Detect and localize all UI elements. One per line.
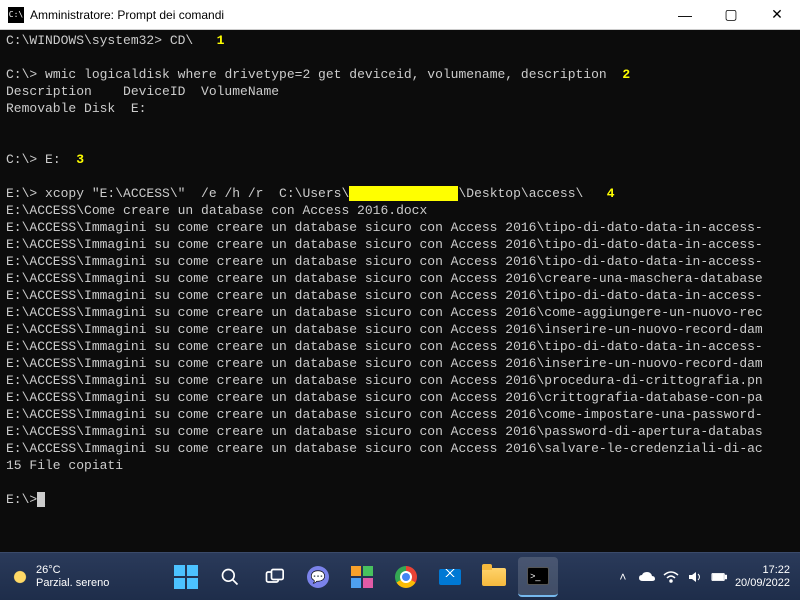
close-button[interactable]: ✕ bbox=[754, 0, 800, 30]
volume-icon[interactable] bbox=[687, 569, 703, 585]
command: \Desktop\access\ bbox=[458, 186, 606, 201]
output-line: E:\ACCESS\Immagini su come creare un dat… bbox=[6, 237, 763, 252]
output-line: Removable Disk E: bbox=[6, 101, 146, 116]
clock-time: 17:22 bbox=[735, 564, 790, 577]
battery-icon[interactable] bbox=[711, 569, 727, 585]
cmd-button[interactable]: >_ bbox=[518, 557, 558, 597]
window-title: Amministratore: Prompt dei comandi bbox=[30, 8, 662, 22]
output-line: E:\ACCESS\Immagini su come creare un dat… bbox=[6, 339, 763, 354]
command: xcopy "E:\ACCESS\" /e /h /r C:\Users\ bbox=[45, 186, 349, 201]
prompt: C:\> bbox=[6, 152, 45, 167]
taskbar: 26°C Parzial. sereno 💬 >_ ˄ 17:22 20/09/… bbox=[0, 552, 800, 600]
output-line: E:\ACCESS\Immagini su come creare un dat… bbox=[6, 407, 763, 422]
command: CD\ bbox=[170, 33, 217, 48]
cmd-icon: C:\ bbox=[8, 7, 24, 23]
output-line: E:\ACCESS\Immagini su come creare un dat… bbox=[6, 288, 763, 303]
terminal-output[interactable]: C:\WINDOWS\system32> CD\ 1 C:\> wmic log… bbox=[0, 30, 800, 530]
output-line: E:\ACCESS\Immagini su come creare un dat… bbox=[6, 271, 763, 286]
cursor: _ bbox=[37, 492, 45, 507]
wifi-icon[interactable] bbox=[663, 569, 679, 585]
clock-date: 20/09/2022 bbox=[735, 577, 790, 590]
output-line: E:\ACCESS\Immagini su come creare un dat… bbox=[6, 390, 763, 405]
taskbar-clock[interactable]: 17:22 20/09/2022 bbox=[735, 564, 790, 590]
tray-chevron-icon[interactable]: ˄ bbox=[615, 569, 631, 585]
prompt: C:\WINDOWS\system32> bbox=[6, 33, 170, 48]
output-line: E:\ACCESS\Immagini su come creare un dat… bbox=[6, 356, 763, 371]
search-button[interactable] bbox=[210, 557, 250, 597]
output-line: Description DeviceID VolumeName bbox=[6, 84, 279, 99]
weather-temp: 26°C bbox=[36, 564, 109, 577]
annotation-2: 2 bbox=[622, 67, 630, 82]
taskview-button[interactable] bbox=[254, 557, 294, 597]
annotation-4: 4 bbox=[607, 186, 615, 201]
output-line: E:\ACCESS\Immagini su come creare un dat… bbox=[6, 441, 763, 456]
maximize-button[interactable]: ▢ bbox=[708, 0, 754, 30]
output-summary: 15 File copiati bbox=[6, 458, 123, 473]
weather-desc: Parzial. sereno bbox=[36, 577, 109, 590]
output-line: E:\ACCESS\Immagini su come creare un dat… bbox=[6, 220, 763, 235]
command: E: bbox=[45, 152, 76, 167]
prompt: C:\> bbox=[6, 67, 45, 82]
output-line: E:\ACCESS\Come creare un database con Ac… bbox=[6, 203, 427, 218]
annotation-3: 3 bbox=[76, 152, 84, 167]
output-line: E:\ACCESS\Immagini su come creare un dat… bbox=[6, 373, 763, 388]
prompt: E:\> bbox=[6, 186, 45, 201]
prompt: E:\> bbox=[6, 492, 37, 507]
widgets-button[interactable] bbox=[342, 557, 382, 597]
output-line: E:\ACCESS\Immagini su come creare un dat… bbox=[6, 322, 763, 337]
start-button[interactable] bbox=[166, 557, 206, 597]
taskbar-center: 💬 >_ bbox=[166, 557, 558, 597]
weather-icon bbox=[10, 567, 30, 587]
chrome-button[interactable] bbox=[386, 557, 426, 597]
window-titlebar: C:\ Amministratore: Prompt dei comandi —… bbox=[0, 0, 800, 30]
taskbar-weather[interactable]: 26°C Parzial. sereno bbox=[10, 564, 109, 590]
explorer-button[interactable] bbox=[474, 557, 514, 597]
annotation-1: 1 bbox=[217, 33, 225, 48]
chat-button[interactable]: 💬 bbox=[298, 557, 338, 597]
output-line: E:\ACCESS\Immagini su come creare un dat… bbox=[6, 424, 763, 439]
command: wmic logicaldisk where drivetype=2 get d… bbox=[45, 67, 622, 82]
redacted-username: xxxxxxxxxxxxxx bbox=[349, 186, 458, 201]
output-line: E:\ACCESS\Immagini su come creare un dat… bbox=[6, 254, 763, 269]
system-tray: ˄ 17:22 20/09/2022 bbox=[615, 564, 790, 590]
mail-button[interactable] bbox=[430, 557, 470, 597]
onedrive-icon[interactable] bbox=[639, 569, 655, 585]
minimize-button[interactable]: — bbox=[662, 0, 708, 30]
output-line: E:\ACCESS\Immagini su come creare un dat… bbox=[6, 305, 763, 320]
